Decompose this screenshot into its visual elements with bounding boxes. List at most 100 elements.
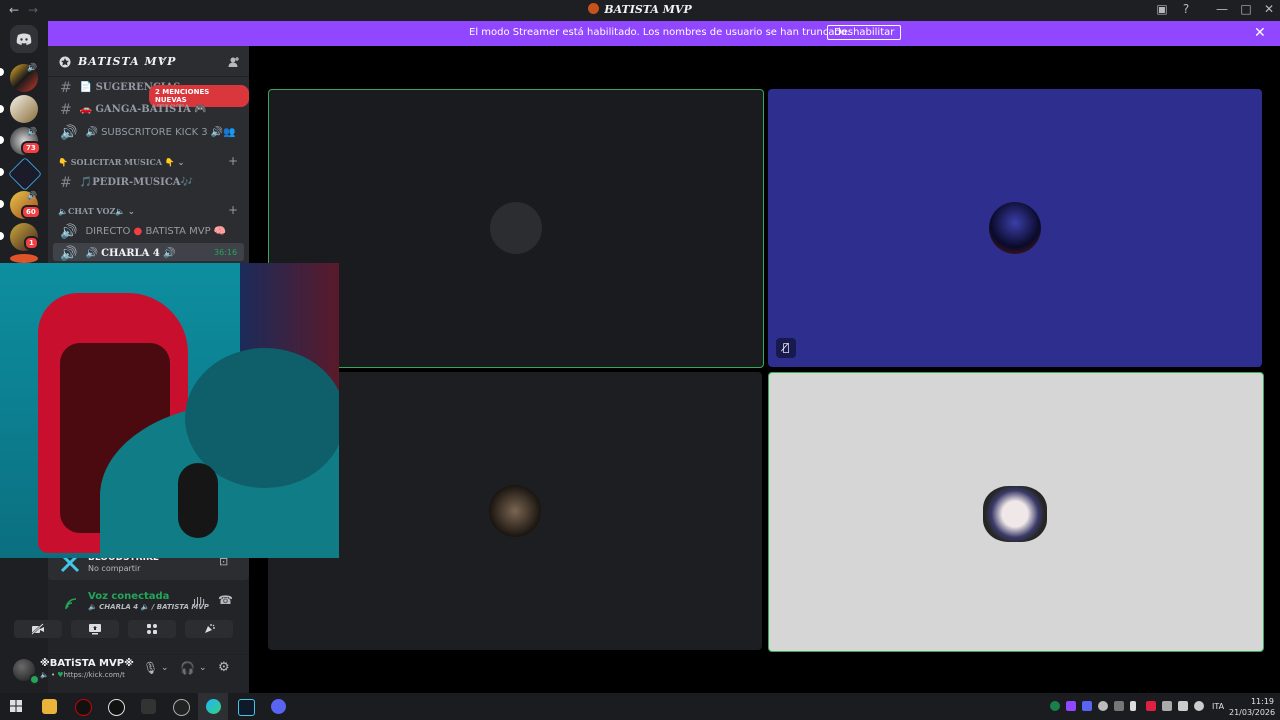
app-icon[interactable] (108, 699, 125, 716)
clock-date: 21/03/2026 (1229, 708, 1276, 717)
volume-icon[interactable] (1194, 701, 1204, 711)
unread-indicator (0, 68, 4, 76)
speaker-icon: 🔊 (60, 224, 78, 240)
noise-suppression-icon[interactable]: ıllı (193, 595, 205, 608)
disable-streamer-button[interactable]: Deshabilitar (827, 25, 902, 40)
speaker-icon: 🔊 (27, 127, 37, 136)
close-window-button[interactable]: ✕ (1259, 2, 1279, 16)
headset (178, 463, 218, 538)
channel-directo[interactable]: 🔊 DIRECTO ● BATISTA MVP 🧠 (60, 224, 226, 240)
browser-icon[interactable] (206, 699, 221, 714)
unread-indicator (0, 232, 4, 240)
soundboard-button[interactable] (185, 620, 233, 638)
tray-icon[interactable] (1114, 701, 1124, 711)
chevron-down-icon[interactable]: ⌄ (199, 663, 207, 673)
channel-pedir-musica[interactable]: # 🎵PEDIR-MUSICA🎶 (60, 175, 193, 191)
tray-icon[interactable] (1082, 701, 1092, 711)
windows-start-icon[interactable] (10, 700, 22, 712)
tray-icon[interactable] (1146, 701, 1156, 711)
username: ※BATiSTA MVP※ (40, 658, 134, 669)
add-channel-icon[interactable]: + (228, 154, 238, 168)
file-explorer-icon[interactable] (42, 699, 57, 714)
app-icon[interactable] (173, 699, 190, 716)
server-icon[interactable] (10, 95, 38, 123)
window-title: BATISTA MVP (0, 3, 1280, 16)
language-indicator[interactable]: ITA (1212, 702, 1224, 711)
participant-tile-1[interactable] (268, 89, 764, 368)
category-solicitar-musica[interactable]: 👇 SOLICITAR MUSICA 👇 ⌄ (58, 157, 184, 167)
hash-icon: # (60, 175, 72, 191)
tray-icon[interactable] (1098, 701, 1108, 711)
mention-badge: 60 (21, 205, 41, 219)
tray-icon[interactable] (1066, 701, 1076, 711)
soundboard-icon (205, 624, 215, 633)
add-user-icon[interactable] (228, 56, 240, 68)
voice-channel-info: 🔈 CHARLA 4 🔈 / BATISTA MVP (88, 603, 209, 611)
unread-indicator (0, 168, 4, 176)
chevron-down-icon[interactable]: ⌄ (161, 663, 169, 673)
participant-avatar (489, 485, 541, 537)
server-icon[interactable] (10, 254, 38, 263)
participant-avatar (983, 486, 1047, 542)
headphones-icon[interactable]: 🎧 (180, 661, 195, 675)
tray-icon[interactable] (1050, 701, 1060, 711)
participant-avatar (989, 202, 1041, 254)
speaker-icon: 🔊 (27, 191, 37, 200)
camera-off-icon (31, 623, 44, 635)
category-chat-voz[interactable]: 🔈CHAT VOZ🔈 ⌄ (58, 206, 135, 216)
mention-badge: 73 (21, 141, 41, 155)
screen-share-icon (89, 624, 101, 635)
disconnect-icon[interactable]: ☎ (218, 593, 233, 607)
participant-tile-3[interactable] (268, 372, 762, 650)
speaker-icon: 🔊 (60, 125, 78, 141)
mention-badge: 1 (24, 236, 39, 250)
connection-signal-icon[interactable] (64, 597, 78, 611)
custom-status: 🔈 • ♥https://kick.com/t (40, 671, 125, 679)
taskbar: ITA 11:19 21/03/2026 (0, 693, 1280, 720)
game-icon[interactable] (238, 699, 255, 716)
activities-icon (147, 624, 157, 634)
channel-charla-4[interactable]: 🔊 🔊 CHARLA 4 🔊 (60, 246, 175, 262)
clock-time: 11:19 (1250, 697, 1274, 706)
activities-button[interactable] (128, 620, 176, 638)
system-clock[interactable]: 11:19 21/03/2026 (1229, 696, 1276, 718)
speaker-icon: 🔊 (60, 246, 78, 262)
inbox-icon[interactable]: ▣ (1152, 2, 1172, 16)
camera-off-button[interactable] (14, 620, 62, 638)
discord-home-icon[interactable] (10, 25, 38, 53)
channel-subscritore-kick[interactable]: 🔊 🔊 SUBSCRITORE KICK 3 🔊👥 (60, 125, 236, 141)
share-screen-button[interactable] (71, 620, 119, 638)
maximize-button[interactable]: □ (1236, 2, 1256, 16)
server-badge-icon (59, 56, 71, 68)
hash-icon: # (60, 80, 72, 96)
app-icon[interactable] (75, 699, 92, 716)
microphone-icon[interactable]: 🎙 (143, 661, 158, 675)
unread-indicator (0, 105, 4, 113)
streamer-mode-banner: El modo Streamer está habilitado. Los no… (48, 21, 1280, 46)
participant-tile-2[interactable]: 🎙̸ (768, 89, 1262, 367)
server-icon[interactable] (8, 157, 42, 191)
online-status-dot (29, 674, 40, 685)
title-bar: ← → BATISTA MVP ▣ ? — □ ✕ (0, 0, 1280, 21)
banner-close-button[interactable]: ✕ (1254, 25, 1266, 41)
add-channel-icon[interactable]: + (228, 203, 238, 217)
app-icon[interactable] (141, 699, 156, 714)
microphone-tray-icon[interactable] (1130, 701, 1136, 711)
help-icon[interactable]: ? (1176, 2, 1196, 16)
settings-gear-icon[interactable]: ⚙ (218, 660, 230, 675)
voice-duration: 36:16 (214, 248, 238, 257)
speaker-icon: 🔊 (27, 63, 37, 72)
discord-taskbar-icon[interactable] (271, 699, 286, 714)
chevron-down-icon[interactable]: ⌄ (159, 52, 167, 63)
server-header[interactable]: BATISTA MVP ⌄ (48, 46, 249, 77)
minimize-button[interactable]: — (1212, 2, 1232, 16)
divider (48, 654, 249, 655)
network-icon[interactable] (1178, 701, 1188, 711)
webcam-overlay[interactable] (0, 263, 339, 558)
muted-mic-icon: 🎙̸ (776, 338, 796, 358)
tray-icon[interactable] (1162, 701, 1172, 711)
hash-icon: # (60, 102, 72, 118)
voice-connected-label[interactable]: Voz conectada (88, 591, 169, 602)
participant-tile-4[interactable] (768, 372, 1264, 652)
channel-ganga-batista[interactable]: # 🚗 GANGA-BATISTA 🎮 (60, 102, 207, 118)
